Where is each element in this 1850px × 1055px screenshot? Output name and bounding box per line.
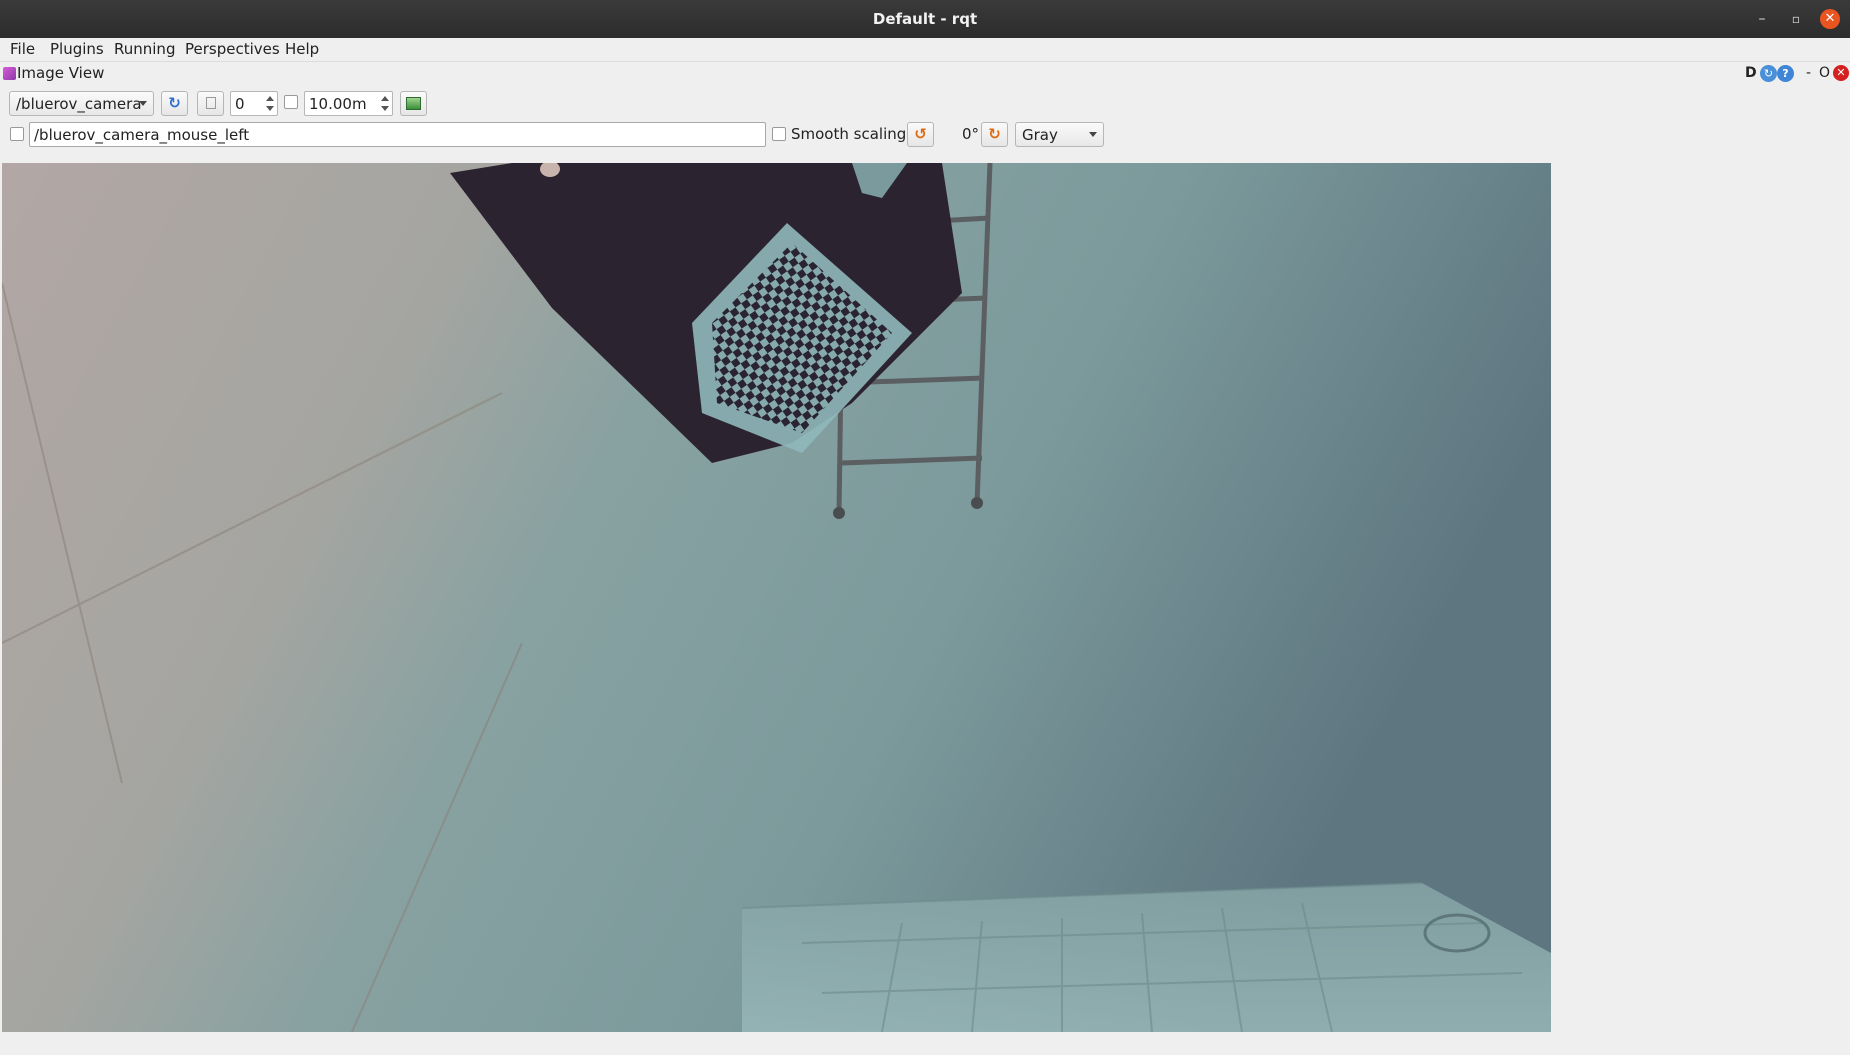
menu-file[interactable]: File xyxy=(10,40,35,58)
duration-arrows[interactable] xyxy=(379,93,391,114)
rotate-left-icon[interactable]: ↺ xyxy=(907,122,934,147)
minimize-icon[interactable]: – xyxy=(1752,9,1772,29)
mouse-publish-checkbox[interactable] xyxy=(10,127,24,141)
down-arrow-icon[interactable] xyxy=(381,106,389,111)
menu-bar: File Plugins Running Perspectives Help xyxy=(0,38,1850,62)
window-title: Default - rqt xyxy=(872,10,978,28)
reload-icon[interactable]: ↻ xyxy=(1760,65,1777,82)
smooth-scaling-label: Smooth scaling xyxy=(791,125,907,143)
up-arrow-icon[interactable] xyxy=(381,96,389,101)
topic-combobox[interactable]: /bluerov_camera xyxy=(9,91,154,116)
plugin-title: Image View xyxy=(17,64,105,82)
save-image-icon[interactable] xyxy=(400,91,427,116)
duration-spinbox[interactable]: 10.00m xyxy=(304,91,393,116)
mouse-topic-input[interactable]: /bluerov_camera_mouse_left xyxy=(29,122,766,147)
maximize-icon[interactable]: ▫ xyxy=(1786,9,1806,29)
down-arrow-icon[interactable] xyxy=(266,106,274,111)
close-icon[interactable]: ✕ xyxy=(1820,9,1840,29)
menu-perspectives[interactable]: Perspectives xyxy=(185,40,280,58)
spin-arrows[interactable] xyxy=(264,93,276,114)
chevron-down-icon xyxy=(1089,132,1097,137)
up-arrow-icon[interactable] xyxy=(266,96,274,101)
rotation-label: 0° xyxy=(962,125,980,143)
topic-value: /bluerov_camera xyxy=(16,95,142,113)
close-plugin-icon[interactable]: ✕ xyxy=(1833,65,1849,81)
chevron-down-icon xyxy=(139,101,147,106)
menu-plugins[interactable]: Plugins xyxy=(50,40,104,58)
dock-button[interactable]: D xyxy=(1745,65,1757,83)
spin-box[interactable]: 0 xyxy=(230,91,278,116)
rotate-right-icon[interactable]: ↻ xyxy=(981,122,1008,147)
refresh-icon[interactable]: ↻ xyxy=(161,91,188,116)
image-view-icon xyxy=(3,67,16,80)
color-scheme-combobox[interactable]: Gray xyxy=(1015,122,1104,147)
color-scheme-value: Gray xyxy=(1022,126,1058,144)
smooth-scaling-checkbox[interactable] xyxy=(772,127,786,141)
duration-checkbox[interactable] xyxy=(284,95,298,109)
camera-image[interactable] xyxy=(2,163,1551,1032)
duration-value: 10.00m xyxy=(309,95,367,113)
float-plugin-button[interactable]: O xyxy=(1819,65,1830,83)
spin-value: 0 xyxy=(235,95,245,113)
help-icon[interactable]: ? xyxy=(1777,65,1794,82)
zoom-icon[interactable] xyxy=(197,91,224,116)
menu-running[interactable]: Running xyxy=(114,40,175,58)
minimize-plugin-button[interactable]: - xyxy=(1806,65,1811,83)
mouse-topic-value: /bluerov_camera_mouse_left xyxy=(34,126,250,144)
plugin-header: Image View D ↻ ? - O ✕ xyxy=(0,62,1850,86)
window-titlebar: Default - rqt – ▫ ✕ xyxy=(0,0,1850,38)
menu-help[interactable]: Help xyxy=(285,40,319,58)
